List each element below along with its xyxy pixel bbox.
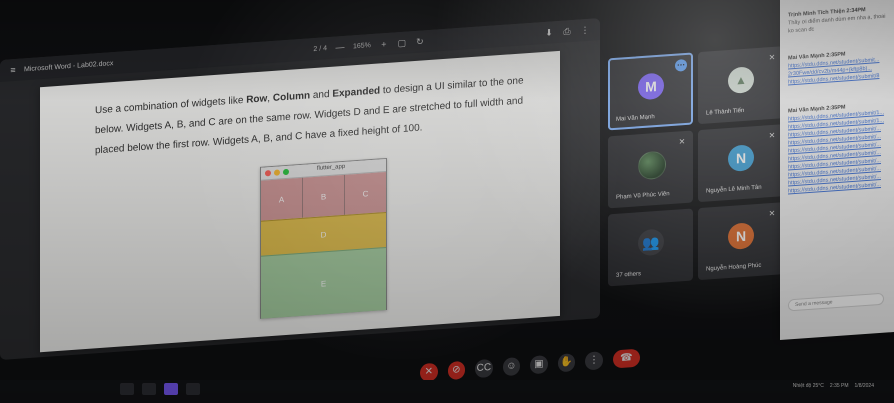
doc-toolbar-right: ⬇ ⎙ ⋮ xyxy=(544,24,600,38)
maximize-dot-icon xyxy=(283,168,289,176)
widget-e: E xyxy=(261,247,386,319)
chat-links-3: https://stdu.ddns.net/student/submit/1..… xyxy=(788,108,888,195)
participant-avatar-4: N xyxy=(728,144,754,173)
screenshot-root: ≡ Microsoft Word - Lab02.docx 2 / 4 — 16… xyxy=(0,0,894,403)
participant-tile-2[interactable]: ✕ ▲ Lê Thành Tiến xyxy=(698,46,783,125)
zoom-out-icon[interactable]: — xyxy=(335,42,345,53)
participant-tile-1[interactable]: ⋯ M Mai Văn Mạnh xyxy=(608,52,693,131)
doc-toolbar-left: ≡ Microsoft Word - Lab02.docx xyxy=(8,58,114,76)
taskbar-app-icon[interactable] xyxy=(164,383,178,395)
doc-page: Use a combination of widgets like Row, C… xyxy=(40,50,560,353)
participant-tile-5[interactable]: 👥 37 others xyxy=(608,208,693,287)
captions-icon[interactable]: CC xyxy=(475,358,493,378)
participant-avatar-2: ▲ xyxy=(728,66,754,95)
widget-a: A xyxy=(261,177,303,221)
weather-text: Nhiệt độ 25°C xyxy=(792,383,824,389)
presented-document-window: ≡ Microsoft Word - Lab02.docx 2 / 4 — 16… xyxy=(0,18,600,360)
participant-name-4: Nguyễn Lê Minh Tân xyxy=(706,184,762,195)
flutter-app-title: flutter_app xyxy=(316,163,346,172)
participant-name-6: Nguyễn Hoàng Phúc xyxy=(706,262,762,273)
mic-off-icon: ✕ xyxy=(768,130,776,141)
present-icon[interactable]: ▣ xyxy=(530,354,548,374)
rotate-icon[interactable]: ↻ xyxy=(415,36,425,47)
participant-tile-6[interactable]: ✕ N Nguyễn Hoàng Phúc xyxy=(698,202,783,281)
meeting-participants: ⋯ M Mai Văn Mạnh ✕ ▲ Lê Thành Tiến ✕ Phạ… xyxy=(600,32,783,315)
print-icon[interactable]: ⎙ xyxy=(562,26,572,37)
window-controls xyxy=(265,168,289,177)
participant-name-5: 37 others xyxy=(616,271,642,279)
chat-panel: Trịnh Minh Tích Thiện 2:34PM Thầy ơi điể… xyxy=(780,0,894,340)
clock-date: 1/8/2024 xyxy=(854,383,874,389)
chat-message-3: Mai Văn Mạnh 2:35PM https://stdu.ddns.ne… xyxy=(788,100,888,195)
participant-name-3: Phạm Vũ Phúc Viên xyxy=(616,191,670,201)
more-icon[interactable]: ⋯ xyxy=(675,58,687,72)
download-icon[interactable]: ⬇ xyxy=(544,27,554,38)
fit-page-icon[interactable]: ▢ xyxy=(397,38,407,49)
camera-off-icon[interactable]: ⊘ xyxy=(447,360,466,380)
zoom-in-icon[interactable]: + xyxy=(379,39,389,50)
taskbar-app-icon[interactable] xyxy=(142,383,156,395)
taskbar-app-icon[interactable] xyxy=(186,383,200,395)
page-indicator: 2 / 4 xyxy=(313,44,327,53)
chat-input[interactable]: Send a message xyxy=(788,292,884,312)
taskbar-app-icon[interactable] xyxy=(120,383,134,395)
participant-tile-4[interactable]: ✕ N Nguyễn Lê Minh Tân xyxy=(698,124,783,203)
mic-off-icon: ✕ xyxy=(768,208,776,219)
taskbar: Nhiệt độ 25°C 2:35 PM 1/8/2024 xyxy=(0,380,894,403)
meeting-controls: ✕ ⊘ CC ☺ ▣ ✋ ⋮ ☎ xyxy=(420,345,640,385)
raise-hand-icon[interactable]: ✋ xyxy=(557,352,576,372)
minimize-dot-icon xyxy=(274,169,280,176)
mountain-icon: ▲ xyxy=(735,72,747,88)
end-call-icon[interactable]: ☎ xyxy=(612,348,640,369)
chat-message-2: Mai Văn Mạnh 2:35PM https://stdu.ddns.ne… xyxy=(788,47,888,86)
close-dot-icon xyxy=(265,170,271,177)
flutter-body: A B C D E xyxy=(261,172,386,319)
widget-b: B xyxy=(303,174,345,218)
menu-icon[interactable]: ≡ xyxy=(8,65,18,76)
chat-message-1: Trịnh Minh Tích Thiện 2:34PM Thầy ơi điể… xyxy=(788,4,888,35)
flutter-app-window: flutter_app A B C D E xyxy=(260,157,387,319)
emoji-icon[interactable]: ☺ xyxy=(502,356,521,376)
mic-off-icon: ✕ xyxy=(678,137,686,147)
more-icon[interactable]: ⋮ xyxy=(580,25,590,36)
assignment-text: Use a combination of widgets like Row, C… xyxy=(95,75,524,157)
mic-off-icon[interactable]: ✕ xyxy=(420,362,438,382)
participants-group-icon: 👥 xyxy=(638,228,664,257)
widget-c: C xyxy=(345,172,386,215)
participant-avatar-6: N xyxy=(728,222,754,251)
taskbar-icons xyxy=(120,383,200,395)
participant-avatar-3 xyxy=(638,150,666,181)
doc-app-title: Microsoft Word - Lab02.docx xyxy=(24,59,114,73)
participant-tile-3[interactable]: ✕ Phạm Vũ Phúc Viên xyxy=(608,130,693,209)
participant-name-1: Mai Văn Mạnh xyxy=(616,114,655,123)
more-vert-icon[interactable]: ⋮ xyxy=(585,350,603,370)
doc-toolbar-mid: 2 / 4 — 165% + ▢ ↻ xyxy=(313,36,425,54)
participant-avatar-1: M xyxy=(638,72,664,101)
taskbar-tray: Nhiệt độ 25°C 2:35 PM 1/8/2024 xyxy=(793,383,874,389)
zoom-level: 165% xyxy=(352,41,371,50)
participant-name-2: Lê Thành Tiến xyxy=(706,107,745,117)
mic-off-icon: ✕ xyxy=(768,52,776,63)
clock-time: 2:35 PM xyxy=(829,383,849,389)
